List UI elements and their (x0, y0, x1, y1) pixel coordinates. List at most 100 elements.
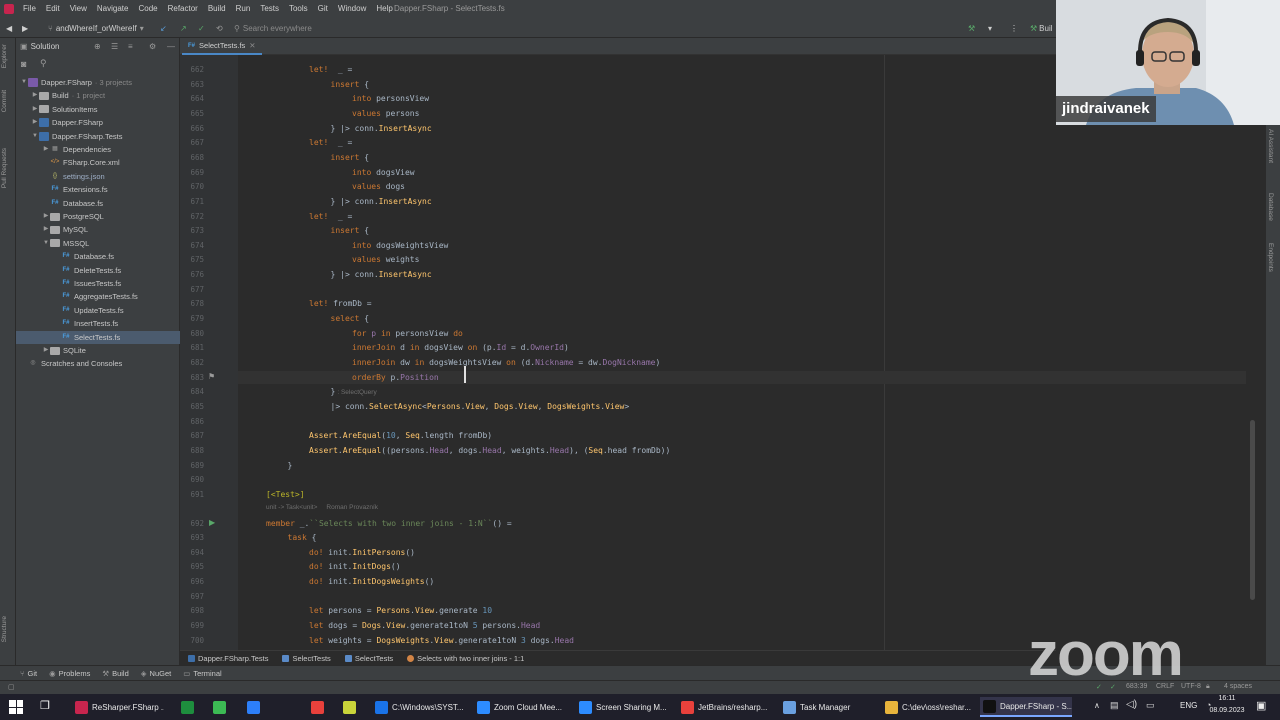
clock-date[interactable]: 08.09.2023 (1200, 707, 1254, 714)
tree-item[interactable]: ▶ MySQL (16, 223, 180, 236)
clock-time[interactable]: 16:11 (1212, 695, 1242, 702)
menu-item-file[interactable]: File (18, 0, 41, 18)
tree-item[interactable]: F# UpdateTests.fs (16, 304, 180, 317)
tree-item[interactable]: F# AggregatesTests.fs (16, 290, 180, 303)
chevron-right-icon[interactable]: ▶ (42, 344, 50, 357)
chevron-right-icon[interactable]: ▶ (42, 223, 50, 236)
code-vision-hint[interactable]: unit -> Task<unit> Roman Provazník (266, 504, 378, 511)
breadcrumb-item[interactable]: Selects with two inner joins - 1:1 (407, 654, 524, 663)
expand-all-icon[interactable]: ☰ (111, 42, 118, 51)
scroll-thumb[interactable] (1250, 420, 1255, 600)
menu-item-tools[interactable]: Tools (284, 0, 313, 18)
breadcrumb-item[interactable]: Dapper.FSharp.Tests (188, 654, 268, 663)
tool-window-nuget[interactable]: ◈ NuGet (141, 669, 171, 678)
indent-setting[interactable]: 4 spaces (1224, 683, 1252, 690)
language-indicator[interactable]: ENG (1180, 701, 1197, 710)
menu-item-build[interactable]: Build (203, 0, 231, 18)
tool-window-problems[interactable]: ◉ Problems (49, 669, 90, 678)
breadcrumb-item[interactable]: SelectTests (282, 654, 331, 663)
chevron-right-icon[interactable]: ▶ (42, 210, 50, 223)
tree-item[interactable]: F# DeleteTests.fs (16, 264, 180, 277)
breadcrumb-item[interactable]: SelectTests (344, 654, 393, 663)
run-config-icon[interactable]: ▾ (988, 21, 992, 35)
network-icon[interactable]: ▤ (1110, 700, 1119, 711)
tree-item[interactable]: ▶ SQLite (16, 344, 180, 357)
menu-item-edit[interactable]: Edit (41, 0, 65, 18)
tree-item[interactable]: ▶ Build · 1 project (16, 89, 180, 102)
tree-item[interactable]: ▼ MSSQL (16, 237, 180, 250)
tree-item[interactable]: ▶ SolutionItems (16, 103, 180, 116)
solution-view-selector[interactable]: ▣ Solution (20, 42, 59, 51)
taskbar-item[interactable]: Dapper.FSharp - S... (980, 697, 1072, 717)
tab-selecttests[interactable]: F# SelectTests.fs ✕ (182, 38, 262, 55)
search-icon[interactable]: ⚲ (40, 58, 47, 69)
tree-item[interactable]: </> FSharp.Core.xml (16, 156, 180, 169)
volume-icon[interactable]: ◁) (1126, 699, 1137, 710)
task-view-icon[interactable]: ❐ (40, 699, 50, 712)
settings-icon[interactable]: ⋮ (1010, 21, 1018, 35)
build-button[interactable]: ⚒ Buil (1030, 21, 1053, 35)
menu-item-window[interactable]: Window (333, 0, 371, 18)
camera-icon[interactable]: ◙ (21, 59, 26, 69)
taskbar-item[interactable] (308, 697, 328, 717)
tray-chevron-icon[interactable]: ∧ (1094, 701, 1100, 710)
hide-panel-icon[interactable]: — (167, 42, 175, 51)
code-editor[interactable]: 662 663 664 665 666 667 668 669 670 671 672 673 674 6… (180, 55, 1256, 650)
tree-item[interactable]: F# Database.fs (16, 250, 180, 263)
tool-window-pull-requests[interactable]: Pull Requests (1, 148, 8, 188)
taskbar-item[interactable] (210, 697, 230, 717)
run-test-icon[interactable]: ▶ (209, 518, 215, 527)
file-encoding[interactable]: UTF-8 (1181, 683, 1201, 690)
tree-item[interactable]: F# Database.fs (16, 197, 180, 210)
search-everywhere-box[interactable]: ⚲ Search everywhere (234, 21, 334, 35)
tree-item[interactable]: ▼ Dapper.FSharp.Tests (16, 130, 180, 143)
taskbar-item[interactable]: C:\Windows\SYST... (372, 697, 464, 717)
tool-window-database[interactable]: Database (1267, 193, 1274, 221)
chevron-right-icon[interactable]: ▶ (31, 89, 39, 102)
menu-item-navigate[interactable]: Navigate (92, 0, 134, 18)
tool-window-build[interactable]: ⚒ Build (102, 669, 128, 678)
chevron-right-icon[interactable]: ▶ (31, 116, 39, 129)
tool-window-ai-assistant[interactable]: AI Assistant (1267, 129, 1274, 163)
locate-icon[interactable]: ⊕ (94, 42, 101, 51)
chevron-down-icon[interactable]: ▼ (31, 130, 39, 143)
status-box-icon[interactable]: ▢ (8, 683, 15, 691)
forward-icon[interactable]: ▶ (22, 21, 28, 35)
tree-item[interactable]: F# InsertTests.fs (16, 317, 180, 330)
tool-window-commit[interactable]: Commit (1, 90, 8, 112)
tool-window-terminal[interactable]: ▭ Terminal (183, 669, 221, 678)
taskbar-item[interactable]: Screen Sharing M... (576, 697, 668, 717)
taskbar-item[interactable]: C:\dev\oss\reshar... (882, 697, 974, 717)
tree-item[interactable]: F# Extensions.fs (16, 183, 180, 196)
branch-selector[interactable]: ⑂ andWhereIf_orWhereIf ▾ (48, 21, 144, 35)
chevron-right-icon[interactable]: ▶ (31, 103, 39, 116)
chevron-down-icon[interactable]: ▼ (42, 237, 50, 250)
notifications-icon[interactable]: ▣ (1256, 699, 1266, 712)
git-push-icon[interactable]: ↗ (180, 21, 187, 35)
tool-window-git[interactable]: ⑂ Git (20, 669, 37, 678)
history-icon[interactable]: ⟲ (216, 21, 223, 35)
tree-item[interactable]: ◎ Scratches and Consoles (16, 357, 180, 370)
tree-item[interactable]: ▶ Dapper.FSharp (16, 116, 180, 129)
tree-item[interactable]: ▶ PostgreSQL (16, 210, 180, 223)
tool-window-structure[interactable]: Structure (1, 616, 8, 642)
menu-item-git[interactable]: Git (313, 0, 333, 18)
menu-item-tests[interactable]: Tests (255, 0, 284, 18)
tool-window-explorer[interactable]: Explorer (1, 44, 8, 68)
taskbar-item[interactable]: ReSharper.FSharp ... (72, 697, 164, 717)
tree-item[interactable]: F# IssuesTests.fs (16, 277, 180, 290)
chevron-right-icon[interactable]: ▶ (42, 143, 50, 156)
gear-icon[interactable]: ⚙ (149, 42, 156, 51)
chevron-down-icon[interactable]: ▼ (20, 76, 28, 89)
close-icon[interactable]: ✕ (249, 41, 255, 50)
back-icon[interactable]: ◀ (6, 21, 12, 35)
git-update-icon[interactable]: ↙ (160, 21, 167, 35)
taskbar-item[interactable] (178, 697, 198, 717)
menu-item-run[interactable]: Run (231, 0, 256, 18)
taskbar-item[interactable] (244, 697, 264, 717)
quick-fix-icon[interactable]: ⚑ (208, 372, 215, 381)
lock-icon[interactable]: 🔒︎ (1206, 683, 1210, 691)
menu-item-code[interactable]: Code (133, 0, 162, 18)
taskbar-item[interactable]: Zoom Cloud Mee... (474, 697, 566, 717)
tree-item[interactable]: F# SelectTests.fs (16, 330, 180, 344)
